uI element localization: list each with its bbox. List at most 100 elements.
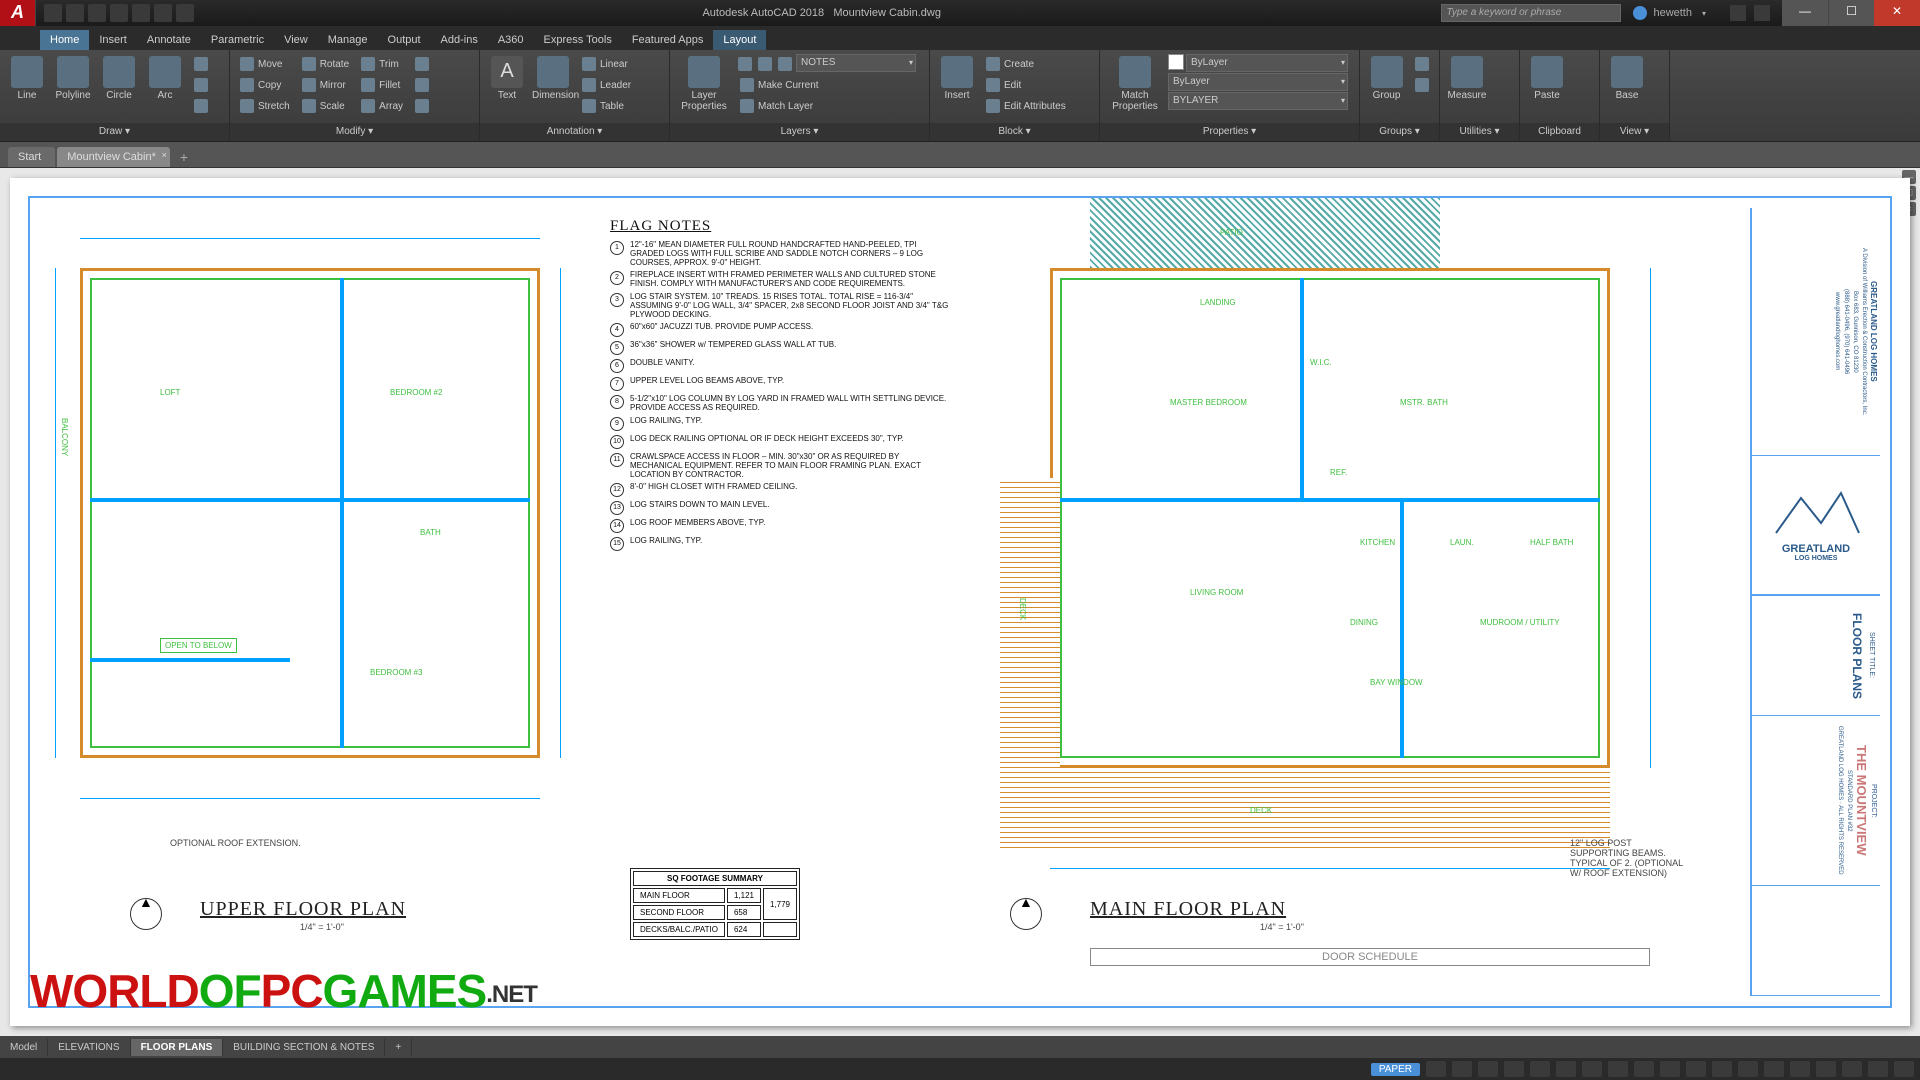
signed-in-user[interactable]: hewetth▾ — [1621, 6, 1718, 20]
qat-plot-icon[interactable] — [132, 4, 150, 22]
ungroup-icon[interactable] — [1411, 75, 1433, 95]
rotate-button[interactable]: Rotate — [298, 54, 353, 74]
polyline-button[interactable]: Polyline — [52, 54, 94, 101]
app-logo[interactable]: A — [0, 0, 36, 26]
exchange-apps-icon[interactable] — [1730, 5, 1746, 21]
match-layer-button[interactable]: Match Layer — [736, 96, 916, 116]
cycling-toggle-icon[interactable] — [1634, 1061, 1654, 1077]
quickprops-icon[interactable] — [1764, 1061, 1784, 1077]
tab-manage[interactable]: Manage — [318, 30, 378, 50]
close-button[interactable]: ✕ — [1874, 0, 1920, 26]
draw-extra-1[interactable] — [190, 54, 212, 74]
linear-button[interactable]: Linear — [578, 54, 635, 74]
hardware-accel-icon[interactable] — [1842, 1061, 1862, 1077]
copy-button[interactable]: Copy — [236, 75, 294, 95]
tab-insert[interactable]: Insert — [89, 30, 137, 50]
lineweight-toggle-icon[interactable] — [1582, 1061, 1602, 1077]
line-button[interactable]: Line — [6, 54, 48, 101]
units-icon[interactable] — [1738, 1061, 1758, 1077]
maximize-button[interactable]: ☐ — [1828, 0, 1874, 26]
layout-add[interactable]: + — [385, 1039, 412, 1056]
modify-extra-3[interactable] — [411, 96, 433, 116]
draw-extra-2[interactable] — [190, 75, 212, 95]
match-properties-button[interactable]: Match Properties — [1106, 54, 1164, 112]
base-view-button[interactable]: Base — [1606, 54, 1648, 101]
block-edit-button[interactable]: Edit — [982, 75, 1070, 95]
panel-view-title[interactable]: View ▾ — [1600, 123, 1669, 141]
layout-sections[interactable]: BUILDING SECTION & NOTES — [223, 1039, 385, 1056]
fillet-button[interactable]: Fillet — [357, 75, 407, 95]
circle-button[interactable]: Circle — [98, 54, 140, 101]
text-button[interactable]: AText — [486, 54, 528, 101]
draw-extra-3[interactable] — [190, 96, 212, 116]
layer-off-icon[interactable] — [736, 54, 754, 74]
measure-button[interactable]: Measure — [1446, 54, 1488, 101]
snap-toggle-icon[interactable] — [1452, 1061, 1472, 1077]
help-search-input[interactable]: Type a keyword or phrase — [1441, 4, 1621, 22]
dimension-button[interactable]: Dimension — [532, 54, 574, 101]
panel-annot-title[interactable]: Annotation ▾ — [480, 123, 669, 141]
lineweight-combo[interactable]: ByLayer — [1168, 73, 1348, 91]
modify-extra-1[interactable] — [411, 54, 433, 74]
stretch-button[interactable]: Stretch — [236, 96, 294, 116]
panel-modify-title[interactable]: Modify ▾ — [230, 123, 479, 141]
tab-layout[interactable]: Layout — [713, 30, 766, 50]
grid-toggle-icon[interactable] — [1426, 1061, 1446, 1077]
tab-addins[interactable]: Add-ins — [431, 30, 488, 50]
panel-clip-title[interactable]: Clipboard — [1520, 123, 1599, 141]
help-icon[interactable] — [1754, 5, 1770, 21]
lock-ui-icon[interactable] — [1790, 1061, 1810, 1077]
tab-home[interactable]: Home — [40, 30, 89, 50]
qat-save-icon[interactable] — [88, 4, 106, 22]
ortho-toggle-icon[interactable] — [1478, 1061, 1498, 1077]
make-current-button[interactable]: Make Current — [736, 75, 916, 95]
layout-model[interactable]: Model — [0, 1039, 48, 1056]
qat-open-icon[interactable] — [66, 4, 84, 22]
block-create-button[interactable]: Create — [982, 54, 1070, 74]
workspace-icon[interactable] — [1686, 1061, 1706, 1077]
qat-redo-icon[interactable] — [176, 4, 194, 22]
otrack-toggle-icon[interactable] — [1556, 1061, 1576, 1077]
panel-groups-title[interactable]: Groups ▾ — [1360, 123, 1439, 141]
panel-props-title[interactable]: Properties ▾ — [1100, 123, 1359, 141]
tab-a360[interactable]: A360 — [488, 30, 534, 50]
paste-button[interactable]: Paste — [1526, 54, 1568, 101]
move-button[interactable]: Move — [236, 54, 294, 74]
qat-undo-icon[interactable] — [154, 4, 172, 22]
layer-lock-icon[interactable] — [776, 54, 794, 74]
annoscale-icon[interactable] — [1660, 1061, 1680, 1077]
transparency-toggle-icon[interactable] — [1608, 1061, 1628, 1077]
qat-new-icon[interactable] — [44, 4, 62, 22]
cleanscreen-icon[interactable] — [1868, 1061, 1888, 1077]
close-tab-icon[interactable]: × — [162, 150, 167, 160]
arc-button[interactable]: Arc — [144, 54, 186, 101]
tab-view[interactable]: View — [274, 30, 318, 50]
color-swatch-icon[interactable] — [1168, 54, 1184, 70]
isolate-icon[interactable] — [1816, 1061, 1836, 1077]
polar-toggle-icon[interactable] — [1504, 1061, 1524, 1077]
group-button[interactable]: Group — [1366, 54, 1407, 101]
leader-button[interactable]: Leader — [578, 75, 635, 95]
block-editattr-button[interactable]: Edit Attributes — [982, 96, 1070, 116]
tab-parametric[interactable]: Parametric — [201, 30, 274, 50]
array-button[interactable]: Array — [357, 96, 407, 116]
minimize-button[interactable]: — — [1782, 0, 1828, 26]
tab-output[interactable]: Output — [378, 30, 431, 50]
osnap-toggle-icon[interactable] — [1530, 1061, 1550, 1077]
drawing-area[interactable]: — ☐ × LOFT BEDROOM #2 BATH BEDROOM #3 OP… — [0, 168, 1920, 1036]
tab-express[interactable]: Express Tools — [534, 30, 622, 50]
mirror-button[interactable]: Mirror — [298, 75, 353, 95]
qat-saveas-icon[interactable] — [110, 4, 128, 22]
color-combo[interactable]: ByLayer — [1186, 54, 1348, 72]
layout-floorplans[interactable]: FLOOR PLANS — [131, 1039, 224, 1056]
new-tab-button[interactable]: + — [172, 147, 196, 167]
table-button[interactable]: Table — [578, 96, 635, 116]
customize-status-icon[interactable] — [1894, 1061, 1914, 1077]
group-edit-icon[interactable] — [1411, 54, 1433, 74]
scale-button[interactable]: Scale — [298, 96, 353, 116]
layer-combo[interactable]: NOTES — [796, 54, 916, 72]
annomonitor-icon[interactable] — [1712, 1061, 1732, 1077]
modify-extra-2[interactable] — [411, 75, 433, 95]
doc-tab-start[interactable]: Start — [8, 147, 55, 167]
panel-layers-title[interactable]: Layers ▾ — [670, 123, 929, 141]
